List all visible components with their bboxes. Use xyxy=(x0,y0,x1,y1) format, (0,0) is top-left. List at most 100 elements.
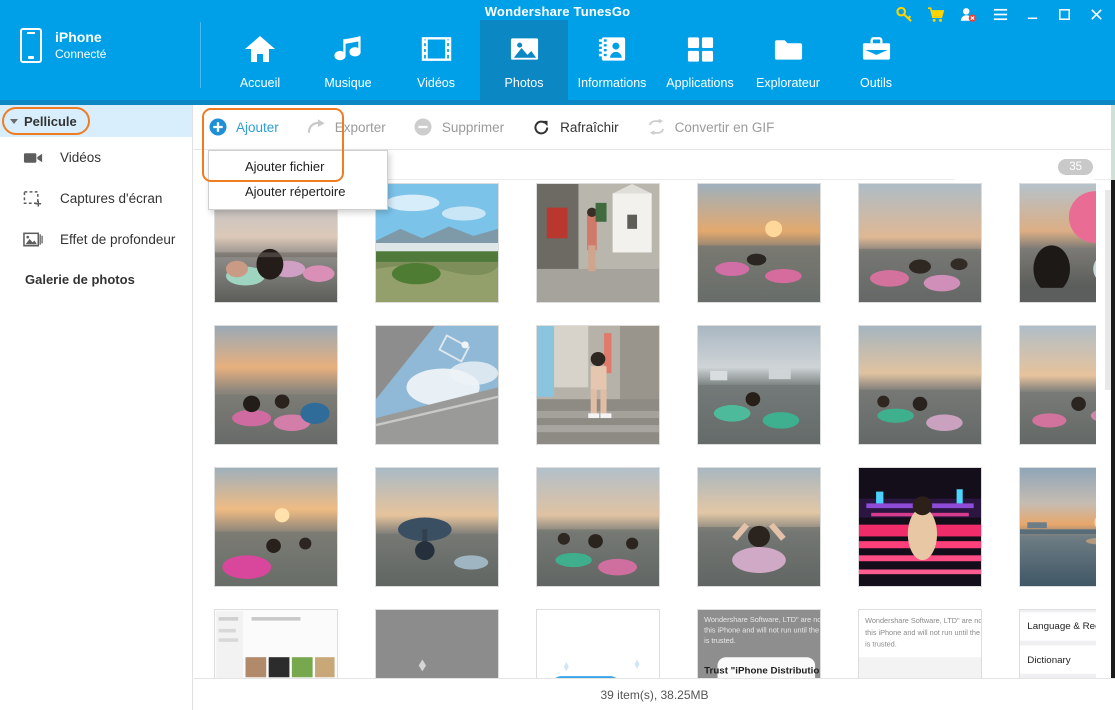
chevron-down-icon xyxy=(10,118,18,124)
nav-label: Outils xyxy=(860,76,892,90)
tunesgo-window: Wondershare TunesGo iPhone Connecté Accu… xyxy=(0,0,1115,710)
header-divider xyxy=(200,22,201,88)
photo-thumbnail[interactable] xyxy=(1019,325,1096,445)
delete-button[interactable]: Supprimer xyxy=(414,118,504,137)
photo-thumbnail[interactable] xyxy=(536,325,660,445)
photo-grid-viewport[interactable]: "TunesGo" Would Like to Wondershare Soft… xyxy=(194,183,1096,710)
nav-item-musique[interactable]: Musique xyxy=(304,20,392,105)
photo-thumbnail[interactable] xyxy=(858,467,982,587)
sidebar-label: Effet de profondeur xyxy=(60,232,176,247)
home-icon xyxy=(242,32,278,66)
add-button[interactable]: Ajouter xyxy=(208,118,279,137)
svg-text:is trusted.: is trusted. xyxy=(704,636,736,645)
sidebar: Pellicule Vidéos Captures d'écran Effet … xyxy=(0,105,193,710)
device-name: iPhone xyxy=(55,29,102,45)
menu-item-ajouter-repertoire[interactable]: Ajouter répertoire xyxy=(209,179,387,204)
add-button-label: Ajouter xyxy=(236,119,279,135)
sidebar-pellicule-label: Pellicule xyxy=(24,113,77,129)
status-bar: 39 item(s), 38.25MB xyxy=(194,678,1115,710)
music-icon xyxy=(330,32,366,66)
nav-item-outils[interactable]: Outils xyxy=(832,20,920,105)
photo-thumbnail[interactable] xyxy=(536,467,660,587)
sidebar-group-galerie-de-photos[interactable]: Galerie de photos xyxy=(0,272,192,287)
nav-label: Applications xyxy=(666,76,734,90)
sidebar-item-pellicule[interactable]: Pellicule xyxy=(0,105,192,137)
delete-button-label: Supprimer xyxy=(441,119,505,135)
photo-thumbnail[interactable] xyxy=(697,183,821,303)
nav-item-informations[interactable]: Informations xyxy=(568,20,656,105)
nav-item-accueil[interactable]: Accueil xyxy=(216,20,304,105)
photo-thumbnail[interactable] xyxy=(214,325,338,445)
plus-circle-icon xyxy=(208,118,227,137)
svg-text:Dictionary: Dictionary xyxy=(1027,655,1071,666)
sidebar-item-effet-de-profondeur[interactable]: Effet de profondeur xyxy=(0,219,192,260)
refresh-icon xyxy=(532,118,551,137)
device-info[interactable]: iPhone Connecté xyxy=(20,28,106,63)
sidebar-item-videos[interactable]: Vidéos xyxy=(0,137,192,178)
nav-item-explorateur[interactable]: Explorateur xyxy=(744,20,832,105)
menu-item-ajouter-fichier[interactable]: Ajouter fichier xyxy=(209,154,387,179)
apps-icon xyxy=(682,32,718,66)
export-button[interactable]: Exporter xyxy=(307,118,386,137)
status-text: 39 item(s), 38.25MB xyxy=(600,687,709,702)
svg-text:Trust "iPhone Distribution:: Trust "iPhone Distribution: xyxy=(704,666,820,677)
account-error-icon[interactable] xyxy=(959,5,977,23)
depth-photo-icon xyxy=(22,230,44,250)
window-right-edge xyxy=(1111,105,1115,678)
device-status: Connecté xyxy=(55,47,107,61)
photo-grid: "TunesGo" Would Like to Wondershare Soft… xyxy=(194,183,1096,710)
minimize-icon[interactable] xyxy=(1023,5,1041,23)
photo-thumbnail[interactable] xyxy=(697,467,821,587)
photo-thumbnail[interactable] xyxy=(858,183,982,303)
nav-item-photos[interactable]: Photos xyxy=(480,20,568,105)
refresh-button[interactable]: Rafraîchir xyxy=(532,118,619,137)
nav-label: Musique xyxy=(324,76,372,90)
export-arrow-icon xyxy=(307,118,326,137)
minus-circle-icon xyxy=(414,118,433,137)
main-nav: Accueil Musique Vidéos Photos Informatio… xyxy=(216,20,920,105)
maximize-icon[interactable] xyxy=(1055,5,1073,23)
photo-count-badge: 35 xyxy=(1058,158,1093,175)
nav-item-videos[interactable]: Vidéos xyxy=(392,20,480,105)
convert-gif-icon xyxy=(647,118,666,137)
convert-gif-button-label: Convertir en GIF xyxy=(674,119,775,135)
photo-thumbnail[interactable] xyxy=(214,467,338,587)
app-header: Wondershare TunesGo iPhone Connecté Accu… xyxy=(0,0,1115,105)
sidebar-label: Vidéos xyxy=(60,150,102,165)
cart-icon[interactable] xyxy=(927,5,945,23)
contacts-icon xyxy=(594,32,630,66)
svg-text:Wondershare Software, LTD" are: Wondershare Software, LTD" are not trust… xyxy=(865,616,981,625)
add-dropdown-menu: Ajouter fichier Ajouter répertoire xyxy=(208,150,388,210)
sidebar-item-captures-decran[interactable]: Captures d'écran xyxy=(0,178,192,219)
photos-icon xyxy=(506,32,542,66)
export-button-label: Exporter xyxy=(334,119,386,135)
svg-text:Wondershare Software, LTD" are: Wondershare Software, LTD" are not trust… xyxy=(704,615,820,624)
count-rule-right xyxy=(1094,179,1112,180)
nav-label: Photos xyxy=(504,76,544,90)
iphone-icon xyxy=(20,28,42,63)
main-content: Ajouter Exporter Supprimer Rafraîchir Co… xyxy=(194,105,1115,710)
menu-icon[interactable] xyxy=(991,5,1009,23)
convert-gif-button[interactable]: Convertir en GIF xyxy=(647,118,775,137)
nav-label: Accueil xyxy=(239,76,281,90)
svg-text:this iPhone and will not run u: this iPhone and will not run until the d… xyxy=(704,626,820,635)
key-icon[interactable] xyxy=(895,5,913,23)
sidebar-label: Captures d'écran xyxy=(60,191,163,206)
video-icon xyxy=(418,32,454,66)
window-controls xyxy=(895,5,1105,23)
nav-item-applications[interactable]: Applications xyxy=(656,20,744,105)
photo-thumbnail[interactable] xyxy=(375,325,499,445)
photo-thumbnail[interactable] xyxy=(375,467,499,587)
nav-label: Vidéos xyxy=(417,76,455,90)
close-icon[interactable] xyxy=(1087,5,1105,23)
photo-thumbnail[interactable] xyxy=(1019,467,1096,587)
photo-thumbnail[interactable] xyxy=(375,183,499,303)
screenshot-icon xyxy=(22,189,44,209)
folder-icon xyxy=(770,32,806,66)
photo-thumbnail[interactable] xyxy=(858,325,982,445)
photo-thumbnail[interactable] xyxy=(697,325,821,445)
content-scrollbar-thumb[interactable] xyxy=(1105,190,1111,390)
photo-thumbnail[interactable] xyxy=(536,183,660,303)
window-right-edge-top xyxy=(1111,105,1115,180)
photo-thumbnail[interactable] xyxy=(1019,183,1096,303)
